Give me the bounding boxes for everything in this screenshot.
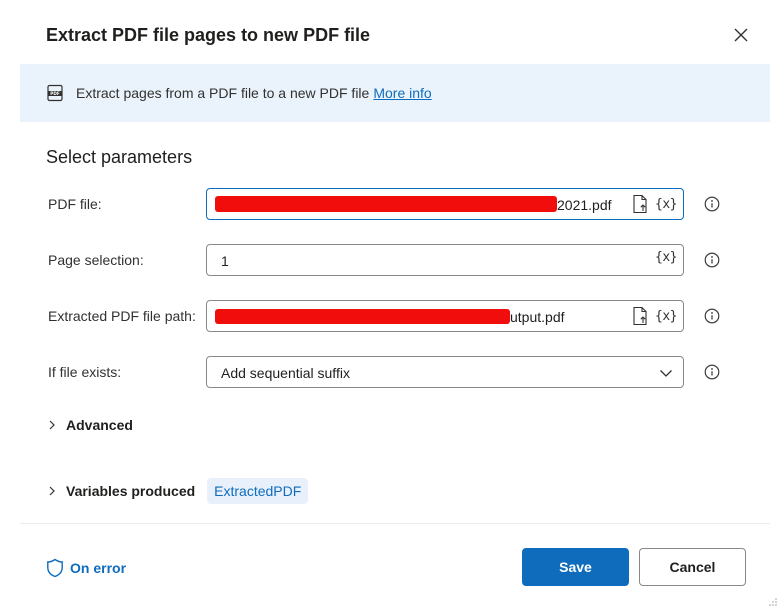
chevron-down-icon — [660, 370, 672, 377]
pdf-icon: PDF — [46, 84, 64, 102]
redaction-mark — [215, 196, 557, 212]
extracted-path-input[interactable]: utput.pdf {x} — [206, 300, 684, 332]
chevron-right-icon — [48, 486, 56, 496]
variable-icon[interactable]: {x} — [655, 309, 677, 324]
on-error-button[interactable]: On error — [46, 558, 126, 578]
save-button[interactable]: Save — [522, 548, 629, 586]
file-icon[interactable] — [631, 194, 649, 214]
pdf-file-label: PDF file: — [48, 196, 102, 212]
if-file-exists-dropdown[interactable]: Add sequential suffix — [206, 356, 684, 388]
if-file-exists-value: Add sequential suffix — [221, 365, 350, 381]
footer-divider — [20, 523, 770, 524]
dialog-title: Extract PDF file pages to new PDF file — [46, 25, 371, 45]
if-file-exists-label: If file exists: — [48, 364, 122, 380]
pdf-file-input[interactable]: 2021.pdf {x} — [206, 188, 684, 220]
close-icon — [734, 28, 748, 42]
info-banner: PDF Extract pages from a PDF file to a n… — [20, 64, 770, 122]
dialog: Extract PDF file pages to new PDF file P… — [0, 0, 770, 611]
resize-grip-icon[interactable] — [768, 597, 778, 607]
chevron-right-icon — [48, 420, 56, 430]
info-icon[interactable] — [704, 252, 720, 268]
advanced-expander[interactable]: Advanced — [48, 417, 133, 433]
cancel-button[interactable]: Cancel — [639, 548, 746, 586]
page-selection-input[interactable]: 1 {x} — [206, 244, 684, 276]
if-file-exists-row: If file exists: Add sequential suffix — [0, 356, 770, 390]
redaction-mark — [215, 309, 510, 324]
on-error-label: On error — [70, 560, 127, 576]
banner-description: Extract pages from a PDF file to a new P… — [76, 85, 370, 101]
variable-chip[interactable]: ExtractedPDF — [207, 478, 309, 504]
section-title: Select parameters — [46, 147, 193, 167]
pdf-file-row: PDF file: 2021.pdf {x} — [0, 188, 770, 222]
info-icon[interactable] — [704, 308, 720, 324]
pdf-file-value: 2021.pdf — [557, 197, 612, 213]
svg-text:PDF: PDF — [50, 91, 60, 96]
variable-icon[interactable]: {x} — [655, 250, 677, 265]
page-selection-row: Page selection: 1 {x} — [0, 244, 770, 278]
page-selection-value: 1 — [221, 253, 229, 269]
shield-icon — [46, 558, 64, 578]
more-info-link[interactable]: More info — [373, 85, 431, 101]
advanced-label: Advanced — [66, 417, 133, 433]
file-icon[interactable] — [631, 306, 649, 326]
variables-produced-expander[interactable]: Variables produced ExtractedPDF — [48, 478, 309, 504]
info-icon[interactable] — [704, 196, 720, 212]
extracted-path-row: Extracted PDF file path: utput.pdf {x} — [0, 300, 770, 334]
info-icon[interactable] — [704, 364, 720, 380]
variables-produced-label: Variables produced — [66, 483, 196, 499]
extracted-path-label: Extracted PDF file path: — [48, 308, 196, 324]
page-selection-label: Page selection: — [48, 252, 144, 268]
variable-icon[interactable]: {x} — [655, 197, 677, 212]
close-button[interactable] — [730, 24, 752, 46]
extracted-path-value: utput.pdf — [510, 309, 565, 325]
